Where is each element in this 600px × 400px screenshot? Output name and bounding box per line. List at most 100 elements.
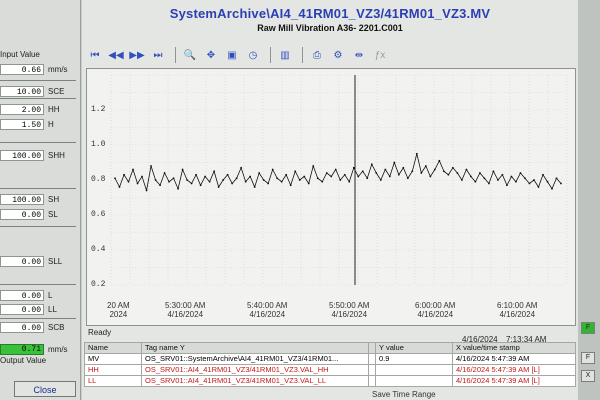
panel-divider	[0, 284, 76, 285]
cell-tag: OS_SRV01::SystemArchive\AI4_41RM01_VZ3/4…	[141, 353, 369, 365]
save-time-range-button[interactable]: Save Time Range	[372, 390, 436, 399]
x-tick-label: 20 AM 2024	[107, 301, 130, 319]
limit-value-field[interactable]: 0.00	[0, 322, 44, 333]
limit-value-field[interactable]: 0.00	[0, 290, 44, 301]
settings-icon[interactable]: ⚙	[329, 47, 347, 63]
data-point	[546, 180, 549, 183]
x-tick-label: 6:00:00 AM 4/16/2024	[415, 301, 455, 319]
x-tick-label: 5:40:00 AM 4/16/2024	[247, 301, 287, 319]
pan-icon[interactable]: ✥	[202, 47, 220, 63]
data-point	[186, 179, 188, 181]
data-point	[145, 189, 148, 192]
limit-value-field[interactable]: 10.00	[0, 86, 44, 97]
x-tick-time: 6:00:00 AM	[415, 301, 456, 310]
data-point	[267, 182, 270, 185]
data-point	[249, 175, 252, 178]
data-point	[114, 177, 116, 180]
cell-blank	[368, 353, 376, 365]
table-row[interactable]: MV OS_SRV01::SystemArchive\AI4_41RM01_VZ3…	[84, 353, 576, 365]
limit-value-field[interactable]: 0.00	[0, 304, 44, 315]
prev-icon[interactable]: ◀◀	[107, 47, 125, 63]
limit-value-field[interactable]: 0.00	[0, 209, 44, 220]
first-icon[interactable]: ⏮	[86, 47, 104, 63]
trend-chart[interactable]	[107, 71, 573, 299]
limit-value-field[interactable]: 2.00	[0, 104, 44, 115]
next-icon[interactable]: ▶▶	[128, 47, 146, 63]
cell-tag: OS_SRV01::AI4_41RM01_VZ3/41RM01_VZ3.VAL_…	[141, 364, 369, 376]
function-icon[interactable]: ƒx	[371, 47, 389, 63]
data-point	[352, 166, 355, 169]
data-point	[447, 173, 450, 176]
limit-value-field[interactable]: 0.66	[0, 64, 44, 75]
limit-value-field[interactable]: 0.00	[0, 256, 44, 267]
limit-unit-label: L	[48, 291, 53, 300]
last-icon[interactable]: ⏭	[149, 47, 167, 63]
toolbar-divider	[270, 47, 271, 63]
x-tick-date: 2024	[109, 310, 128, 319]
limit-unit-label: SHH	[48, 151, 65, 160]
data-point	[456, 172, 459, 174]
print-icon[interactable]: ⎙	[308, 47, 326, 63]
data-point	[226, 173, 229, 176]
window-subtitle: Raw Mill Vibration A36- 2201.C001	[257, 23, 403, 33]
close-button[interactable]: Close	[14, 381, 76, 397]
limit-value-field[interactable]: 100.00	[0, 194, 44, 205]
data-point	[154, 179, 157, 181]
limit-unit-label: LL	[48, 305, 57, 314]
data-point	[379, 179, 382, 181]
data-point	[294, 170, 297, 173]
cell-x: 4/16/2024 5:47:39 AM [L]	[452, 375, 576, 387]
data-point	[357, 175, 360, 178]
right-strip-button[interactable]: F	[581, 322, 595, 334]
data-point	[361, 170, 364, 173]
data-point	[307, 182, 310, 185]
right-strip-button[interactable]: X	[581, 370, 595, 382]
data-point	[217, 186, 220, 188]
limit-unit-label: SLL	[48, 257, 63, 266]
data-point	[123, 173, 125, 176]
x-tick-label: 6:10:00 AM 4/16/2024	[497, 301, 537, 319]
data-point	[551, 187, 553, 190]
y-tick-label: 0.4	[91, 245, 106, 254]
cell-y	[375, 364, 453, 376]
timer-icon[interactable]: ◷	[244, 47, 262, 63]
panel-divider	[0, 226, 76, 227]
data-point	[397, 173, 400, 176]
table-row[interactable]: HH OS_SRV01::AI4_41RM01_VZ3/41RM01_VZ3.VA…	[84, 364, 576, 376]
limit-unit-label: mm/s	[48, 65, 68, 74]
data-point	[406, 177, 409, 180]
right-toolbar: F F X	[578, 0, 600, 400]
data-point	[303, 175, 306, 178]
data-point	[429, 175, 432, 178]
ruler-icon[interactable]: ⇹	[350, 47, 368, 63]
col-blank	[368, 342, 376, 354]
data-point	[479, 172, 481, 174]
limit-value-field[interactable]: 1.50	[0, 119, 44, 130]
input-panel: Input Value 0.66 mm/s 10.00 SCE 2.00 HH 1.50 H 1…	[0, 0, 81, 400]
data-point	[533, 179, 535, 181]
data-point	[465, 168, 468, 171]
cell-x: 4/16/2024 5:47:39 AM [L]	[452, 364, 576, 376]
window-title: SystemArchive\AI4_41RM01_VZ3/41RM01_VZ3.…	[169, 6, 491, 21]
data-point	[343, 173, 346, 176]
col-y: Y value	[375, 342, 453, 354]
columns-icon[interactable]: ▥	[276, 47, 294, 63]
limit-value-field[interactable]: 100.00	[0, 150, 44, 161]
data-point	[190, 182, 193, 185]
right-strip-button[interactable]: F	[581, 352, 595, 364]
data-point	[136, 182, 139, 185]
panel-divider	[0, 142, 76, 143]
data-point	[285, 173, 288, 176]
data-point	[312, 165, 315, 167]
panel-divider	[0, 98, 76, 99]
data-point	[474, 180, 477, 183]
table-row[interactable]: LL OS_SRV01::AI4_41RM01_VZ3/41RM01_VZ3.VA…	[84, 375, 576, 387]
trend-plot[interactable]: 1.2 1.0 0.8 0.6 0.4 0.2 20 AM 2024 5:30:00 AM 4/…	[86, 68, 576, 326]
zoom-icon[interactable]: 🔍	[181, 47, 199, 63]
trend-window: SystemArchive\AI4_41RM01_VZ3/41RM01_VZ3.…	[82, 0, 578, 400]
input-value-label: Input Value	[0, 50, 40, 59]
data-point	[411, 170, 414, 173]
data-point	[204, 175, 207, 178]
zoom-area-icon[interactable]: ▣	[223, 47, 241, 63]
cell-name: LL	[84, 375, 142, 387]
